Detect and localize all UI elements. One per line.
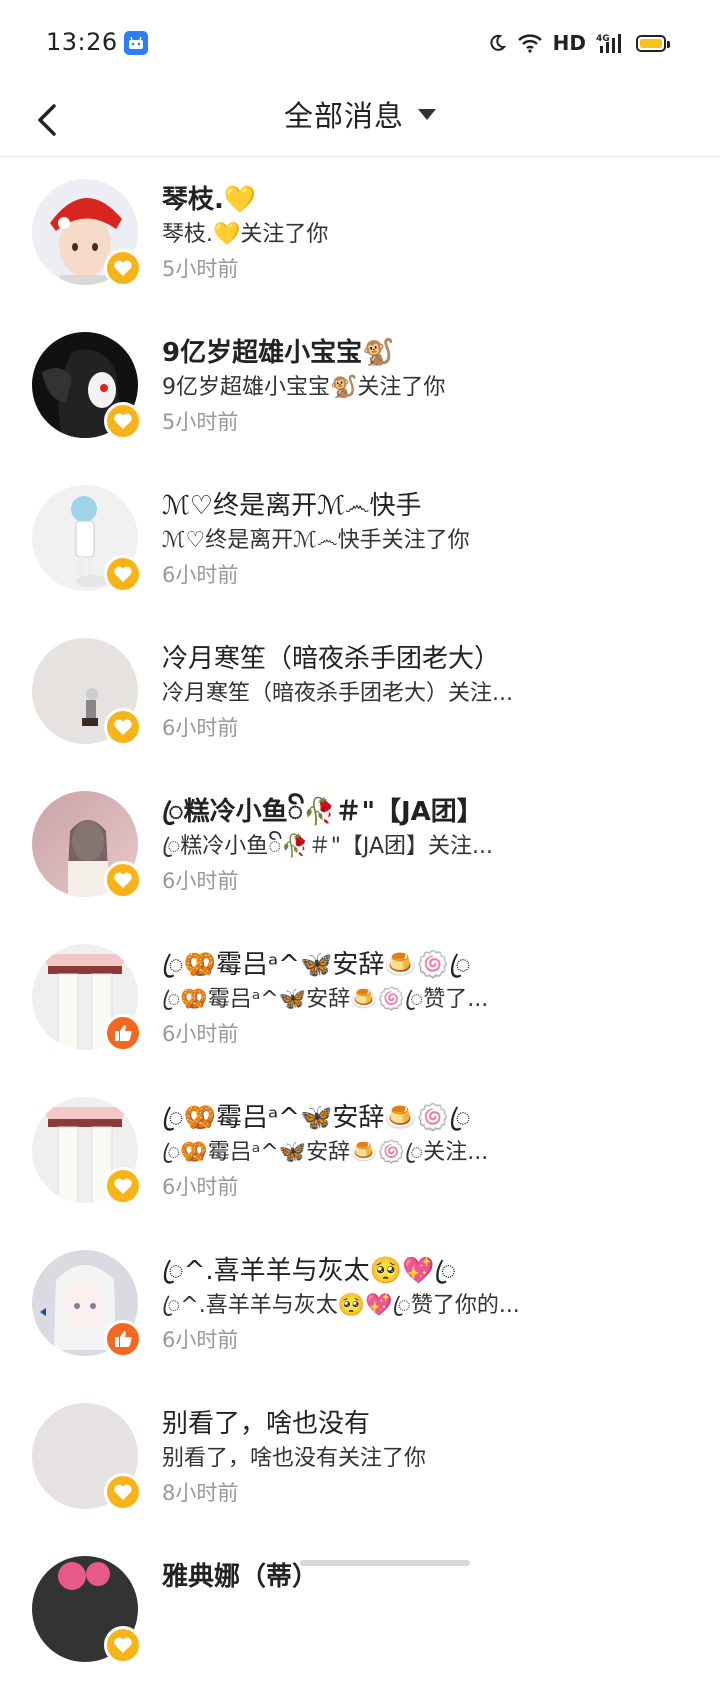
message-text: ℳ♡终是离开ℳ෴快手关注了你 [162,528,470,553]
thumbs-up-icon [115,1025,132,1041]
follow-badge [104,708,142,746]
user-name[interactable]: 冷月寒笙（暗夜杀手团老大） [162,638,500,675]
user-name[interactable]: ℳ♡终是离开ℳ෴快手 [162,485,422,522]
timestamp: 5小时前 [162,257,239,281]
message-list-item[interactable]: 9亿岁超雄小宝宝🐒 9亿岁超雄小宝宝🐒关注了你 5小时前 [0,310,720,463]
timestamp: 6小时前 [162,1175,239,1199]
thumbs-up-icon [115,1331,132,1347]
heart-icon [114,413,132,429]
message-text: 琴枝.💛关注了你 [162,222,329,247]
like-badge [104,1014,142,1052]
message-filter-dropdown[interactable]: 全部消息 [0,92,720,136]
message-list: 琴枝.💛 琴枝.💛关注了你 5小时前 9亿岁超雄小宝宝🐒 9亿岁超雄小宝宝🐒关注了你 5小… [0,157,720,1687]
timestamp: 8小时前 [162,1481,239,1505]
follow-badge [104,861,142,899]
like-badge [104,1320,142,1358]
user-name[interactable]: 别看了，啥也没有 [162,1403,370,1440]
user-name[interactable]: 9亿岁超雄小宝宝🐒 [162,332,394,369]
follow-badge [104,402,142,440]
message-list-item[interactable]: 冷月寒笙（暗夜杀手团老大） 冷月寒笙（暗夜杀手团老大）关注... 6小时前 [0,616,720,769]
status-bar: 13:26 HD 4G [0,0,720,88]
message-list-item[interactable]: 别看了，啥也没有别看了，啥也没有关注了你 8小时前 [0,1381,720,1534]
message-list-item[interactable]: ꦿ🥨霉吕ᵃ^🦋安辞🍮🍥ꦿꦿ🥨霉吕ᵃ^🦋安辞🍮🍥ꦿ关注... 6小时前 [0,1075,720,1228]
cellular-signal-icon: 4G [596,34,621,53]
follow-badge [104,249,142,287]
heart-icon [114,260,132,276]
follow-badge [104,1473,142,1511]
top-navigation-bar: 全部消息 [0,88,720,157]
app-notification-icon [124,31,148,55]
wifi-icon [517,34,542,53]
message-list-item[interactable]: 琴枝.💛 琴枝.💛关注了你 5小时前 [0,157,720,310]
moon-icon [490,34,506,51]
message-list-item[interactable]: ℳ♡终是离开ℳ෴快手 ℳ♡终是离开ℳ෴快手关注了你 6小时前 [0,463,720,616]
heart-icon [114,1484,132,1500]
scroll-indicator [300,1560,470,1566]
battery-icon [636,34,670,52]
network-hd-label: HD [552,31,586,55]
chevron-down-icon [418,108,436,120]
message-list-item[interactable]: ꦿ^.喜羊羊与灰太🥺💖ꦿꦿ^.喜羊羊与灰太🥺💖ꦿ赞了你的... 6小时前 [0,1228,720,1381]
follow-badge [104,555,142,593]
timestamp: 6小时前 [162,716,239,740]
message-list-item[interactable]: ꦿ🥨霉吕ᵃ^🦋安辞🍮🍥ꦿꦿ🥨霉吕ᵃ^🦋安辞🍮🍥ꦿ赞了... 6小时前 [0,922,720,1075]
user-name[interactable]: 雅典娜（蒂） [162,1556,318,1593]
message-text: 9亿岁超雄小宝宝🐒关注了你 [162,375,446,400]
heart-icon [114,719,132,735]
timestamp: 6小时前 [162,563,239,587]
heart-icon [114,1637,132,1653]
heart-icon [114,872,132,888]
timestamp: 6小时前 [162,1328,239,1352]
heart-icon [114,1178,132,1194]
message-text: 别看了，啥也没有关注了你 [162,1446,427,1471]
heart-icon [114,566,132,582]
status-icons: HD 4G [487,30,670,56]
status-time: 13:26 [46,28,118,56]
message-list-item[interactable]: ꦿ糕冷小鱼ꦼ🥀＃"【JA团】ꦿ糕冷小鱼ꦼ🥀＃"【JA团】关注... 6小时前 [0,769,720,922]
page-title: 全部消息 [283,99,404,133]
timestamp: 5小时前 [162,410,239,434]
timestamp: 6小时前 [162,1022,239,1046]
timestamp: 6小时前 [162,869,239,893]
message-text: 冷月寒笙（暗夜杀手团老大）关注... [162,681,513,706]
follow-badge [104,1167,142,1205]
user-name[interactable]: 琴枝.💛 [162,179,256,216]
message-list-item[interactable]: 雅典娜（蒂） [0,1534,720,1687]
follow-badge [104,1626,142,1664]
